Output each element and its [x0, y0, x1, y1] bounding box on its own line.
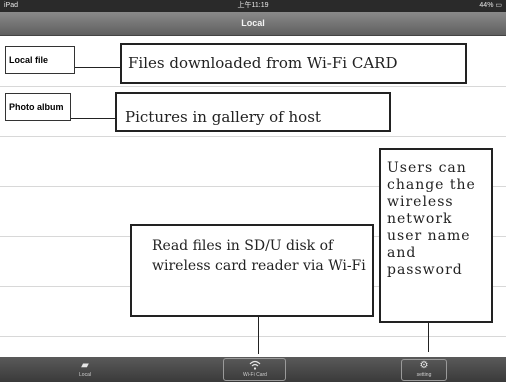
- photo-album-cell[interactable]: Photo album: [5, 93, 71, 121]
- tab-label: Wi-Fi Card: [243, 372, 267, 378]
- page-title: Local: [241, 18, 265, 28]
- connector-line: [71, 118, 115, 119]
- tab-wifi-card[interactable]: Wi-Fi Card: [226, 357, 284, 382]
- annotation-text: Read files in SD/U disk of wireless card…: [152, 238, 366, 274]
- battery-percent: 44%: [479, 2, 494, 9]
- annotation-text: Users can change the wireless network us…: [387, 160, 476, 278]
- gear-icon: ⚙: [419, 360, 429, 371]
- annotation-text: Files downloaded from Wi-Fi CARD: [128, 54, 398, 72]
- annotation-text: Pictures in gallery of host: [125, 108, 321, 126]
- nav-bar: Local: [0, 12, 506, 36]
- connector-line: [258, 316, 259, 354]
- list-divider: [0, 86, 506, 87]
- annotation-local-file: Files downloaded from Wi-Fi CARD: [120, 43, 467, 84]
- tab-label: setting: [416, 372, 432, 378]
- list-divider: [0, 336, 506, 337]
- status-bar: iPad 上午11:19 44% ▭: [0, 0, 506, 12]
- annotation-photo-album: Pictures in gallery of host: [115, 92, 391, 132]
- annotation-wifi-card: Read files in SD/U disk of wireless card…: [130, 224, 374, 317]
- annotation-setting: Users can change the wireless network us…: [379, 148, 493, 323]
- local-file-label: Local file: [9, 55, 49, 65]
- photo-album-label: Photo album: [9, 102, 64, 112]
- tab-local[interactable]: ▰ Local: [55, 357, 115, 382]
- battery-indicator: 44% ▭: [479, 0, 502, 12]
- list-divider: [0, 136, 506, 137]
- battery-icon: ▭: [495, 2, 502, 9]
- clock: 上午11:19: [237, 2, 269, 9]
- tab-label: Local: [79, 372, 91, 378]
- folder-icon: ▰: [81, 360, 89, 371]
- local-file-cell[interactable]: Local file: [5, 46, 75, 74]
- tab-bar: ▰ Local Wi-Fi Card ⚙ setting: [0, 357, 506, 382]
- wifi-icon: [226, 360, 284, 372]
- tab-setting[interactable]: ⚙ setting: [403, 357, 445, 382]
- connector-line: [75, 67, 120, 68]
- connector-line: [428, 322, 429, 352]
